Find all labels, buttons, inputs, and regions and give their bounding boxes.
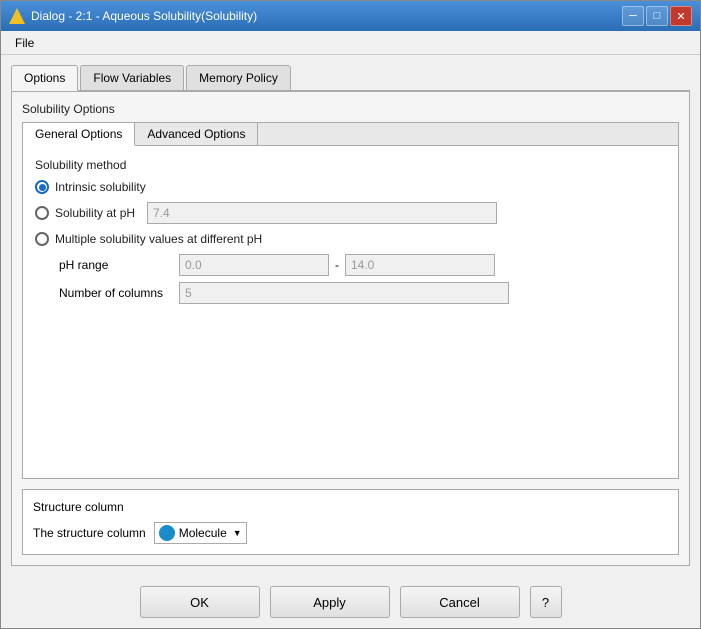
inner-tab-bar: General Options Advanced Options xyxy=(23,123,678,146)
tab-flow-variables[interactable]: Flow Variables xyxy=(80,65,184,90)
structure-row: The structure column Molecule ▼ xyxy=(33,522,668,544)
inner-panel: General Options Advanced Options Solubil… xyxy=(22,122,679,479)
file-menu[interactable]: File xyxy=(9,34,40,52)
solubility-method-label: Solubility method xyxy=(35,158,666,172)
cancel-button[interactable]: Cancel xyxy=(400,586,520,618)
radio-at-ph-label: Solubility at pH xyxy=(55,206,135,220)
radio-multiple-ph-label: Multiple solubility values at different … xyxy=(55,232,262,246)
radio-row-multiple: Multiple solubility values at different … xyxy=(35,232,666,246)
columns-label: Number of columns xyxy=(59,286,179,300)
molecule-icon xyxy=(159,525,175,541)
range-separator: - xyxy=(335,258,339,272)
ph-range-to-input[interactable] xyxy=(345,254,495,276)
ok-button[interactable]: OK xyxy=(140,586,260,618)
structure-section: Structure column The structure column Mo… xyxy=(22,489,679,555)
tab-memory-policy[interactable]: Memory Policy xyxy=(186,65,291,90)
radio-intrinsic-label: Intrinsic solubility xyxy=(55,180,146,194)
window-title: Dialog - 2:1 - Aqueous Solubility(Solubi… xyxy=(31,9,257,23)
main-window: Dialog - 2:1 - Aqueous Solubility(Solubi… xyxy=(0,0,701,629)
tab-bar: Options Flow Variables Memory Policy xyxy=(11,65,690,91)
content-area: Options Flow Variables Memory Policy Sol… xyxy=(1,55,700,576)
ph-value-input[interactable] xyxy=(147,202,497,224)
tab-options[interactable]: Options xyxy=(11,65,78,91)
maximize-button[interactable]: □ xyxy=(646,6,668,26)
structure-column-label: Structure column xyxy=(33,500,668,514)
radio-multiple-ph[interactable] xyxy=(35,232,49,246)
general-options-content: Solubility method Intrinsic solubility S… xyxy=(23,146,678,478)
radio-row-at-ph: Solubility at pH xyxy=(35,202,666,224)
ph-range-label: pH range xyxy=(59,258,179,272)
solubility-options-label: Solubility Options xyxy=(22,102,679,116)
title-bar-left: Dialog - 2:1 - Aqueous Solubility(Solubi… xyxy=(9,8,257,24)
columns-row: Number of columns xyxy=(59,282,666,304)
tab-general-options[interactable]: General Options xyxy=(23,123,135,146)
radio-row-intrinsic: Intrinsic solubility xyxy=(35,180,666,194)
radio-intrinsic[interactable] xyxy=(35,180,49,194)
ph-range-row: pH range - xyxy=(59,254,666,276)
close-button[interactable]: ✕ xyxy=(670,6,692,26)
structure-row-text: The structure column xyxy=(33,526,146,540)
minimize-button[interactable]: ─ xyxy=(622,6,644,26)
bottom-bar: OK Apply Cancel ? xyxy=(1,576,700,628)
title-bar: Dialog - 2:1 - Aqueous Solubility(Solubi… xyxy=(1,1,700,31)
menu-bar: File xyxy=(1,31,700,55)
warning-icon xyxy=(9,8,25,24)
apply-button[interactable]: Apply xyxy=(270,586,390,618)
tab-advanced-options[interactable]: Advanced Options xyxy=(135,123,258,145)
dropdown-arrow-icon: ▼ xyxy=(233,528,242,538)
title-controls: ─ □ ✕ xyxy=(622,6,692,26)
ph-range-from-input[interactable] xyxy=(179,254,329,276)
radio-at-ph[interactable] xyxy=(35,206,49,220)
molecule-dropdown-text: Molecule xyxy=(179,526,227,540)
help-button[interactable]: ? xyxy=(530,586,562,618)
columns-input[interactable] xyxy=(179,282,509,304)
main-panel: Solubility Options General Options Advan… xyxy=(11,91,690,566)
molecule-dropdown[interactable]: Molecule ▼ xyxy=(154,522,247,544)
